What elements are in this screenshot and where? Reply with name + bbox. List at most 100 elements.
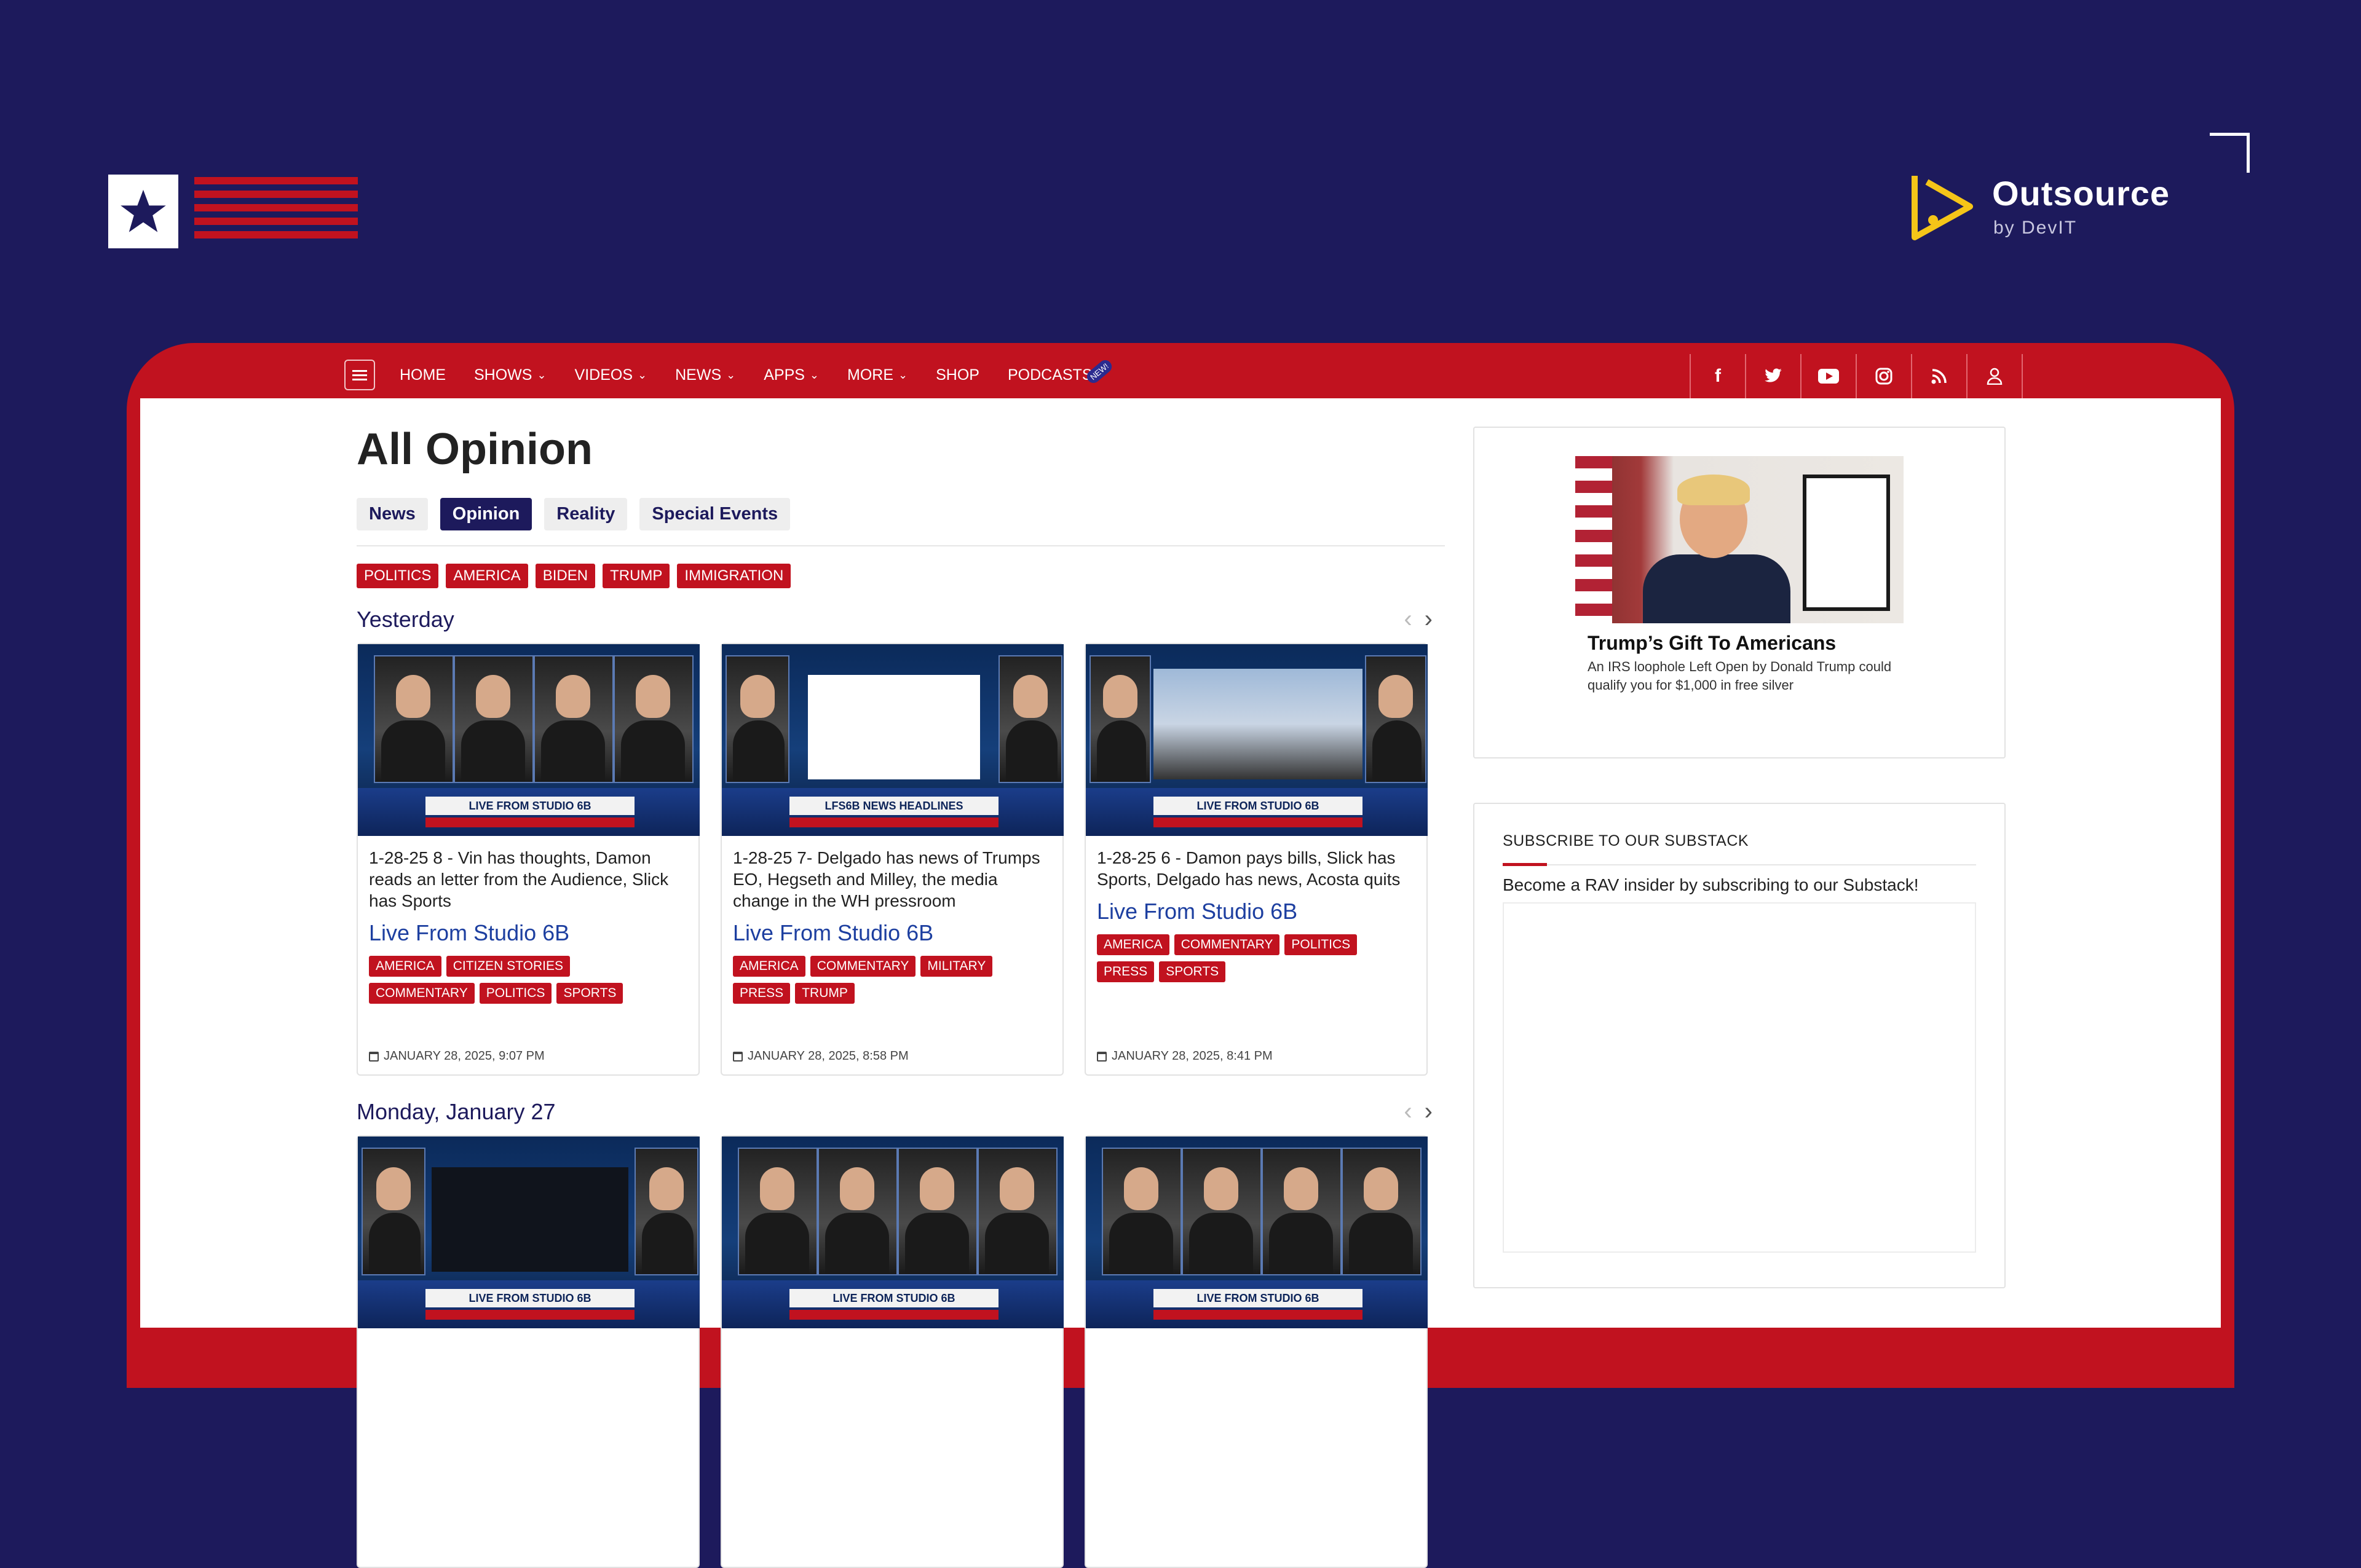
card-tag[interactable]: COMMENTARY	[1174, 934, 1280, 955]
video-thumbnail[interactable]: LFS6B NEWS HEADLINES	[722, 644, 1064, 836]
divider	[1503, 863, 1976, 866]
nav-label: NEWS	[675, 366, 722, 384]
ad-title[interactable]: Trump’s Gift To Americans	[1588, 632, 1836, 655]
social-links: f	[1690, 354, 2023, 398]
youtube-icon[interactable]	[1800, 354, 1856, 398]
instagram-icon[interactable]	[1856, 354, 1911, 398]
video-thumbnail[interactable]: LIVE FROM STUDIO 6B	[358, 644, 700, 836]
ad-panel[interactable]: Trump’s Gift To Americans An IRS loophol…	[1473, 427, 2006, 758]
video-thumbnail[interactable]: LIVE FROM STUDIO 6B	[1086, 644, 1428, 836]
rss-icon[interactable]	[1911, 354, 1966, 398]
video-thumbnail[interactable]: LIVE FROM STUDIO 6B	[1086, 1137, 1428, 1328]
video-carousel: LIVE FROM STUDIO 6B 1-28-25 8 - Vin has …	[357, 643, 1445, 1076]
outsource-logo: Outsource by DevIT	[1908, 163, 2228, 250]
date-text: JANUARY 28, 2025, 9:07 PM	[384, 1049, 545, 1063]
video-card[interactable]: LIVE FROM STUDIO 6B	[721, 1135, 1064, 1568]
video-card[interactable]: LIVE FROM STUDIO 6B 1-28-25 6 - Damon pa…	[1085, 643, 1428, 1076]
nav-label: VIDEOS	[574, 366, 633, 384]
ad-description: An IRS loophole Left Open by Donald Trum…	[1588, 659, 1892, 693]
nav-news[interactable]: NEWS ⌄	[675, 366, 735, 384]
card-tag[interactable]: TRUMP	[795, 983, 855, 1004]
section-header: Monday, January 27 ‹›	[357, 1098, 1445, 1125]
card-tag[interactable]: AMERICA	[369, 956, 441, 977]
show-link[interactable]: Live From Studio 6B	[369, 920, 687, 946]
chevron-right-icon[interactable]: ›	[1425, 1098, 1445, 1125]
play-logo-icon	[1912, 176, 1973, 240]
card-tags: AMERICA CITIZEN STORIES COMMENTARY POLITIC…	[369, 956, 687, 1010]
nav-shop[interactable]: SHOP	[936, 366, 979, 384]
chevron-right-icon[interactable]: ›	[1425, 605, 1445, 632]
filter-tag[interactable]: AMERICA	[446, 564, 528, 588]
video-card[interactable]: LIVE FROM STUDIO 6B	[357, 1135, 700, 1568]
nav-podcasts[interactable]: PODCASTS NEW!	[1007, 357, 1114, 385]
filter-tag[interactable]: BIDEN	[535, 564, 596, 588]
card-tag[interactable]: PRESS	[1097, 961, 1155, 982]
substack-panel: SUBSCRIBE TO OUR SUBSTACK Become a RAV i…	[1473, 803, 2006, 1288]
carousel-arrows: ‹›	[1404, 1098, 1445, 1125]
video-thumbnail[interactable]: LIVE FROM STUDIO 6B	[358, 1137, 700, 1328]
section-title: Monday, January 27	[357, 1098, 556, 1124]
tab-special-events[interactable]: Special Events	[639, 498, 791, 530]
menu-icon[interactable]	[344, 360, 375, 390]
divider	[357, 545, 1445, 546]
filter-tag[interactable]: TRUMP	[603, 564, 670, 588]
card-tag[interactable]: POLITICS	[1284, 934, 1358, 955]
lower-third-text: LIVE FROM STUDIO 6B	[425, 1289, 635, 1307]
filter-tag[interactable]: POLITICS	[357, 564, 439, 588]
filter-tag[interactable]: IMMIGRATION	[677, 564, 791, 588]
card-tag[interactable]: SPORTS	[1159, 961, 1226, 982]
show-link[interactable]: Live From Studio 6B	[1097, 899, 1415, 924]
nav-home[interactable]: HOME	[400, 366, 446, 384]
tab-news[interactable]: News	[357, 498, 428, 530]
video-carousel: LIVE FROM STUDIO 6B LIVE FROM STUDIO 6B …	[357, 1135, 1445, 1568]
card-tags: AMERICA COMMENTARY POLITICS PRESS SPORTS	[1097, 934, 1415, 988]
ad-image[interactable]	[1575, 456, 1904, 623]
card-title[interactable]: 1-28-25 8 - Vin has thoughts, Damon read…	[369, 847, 687, 912]
flag-stripes	[194, 177, 358, 245]
nav-apps[interactable]: APPS ⌄	[764, 366, 819, 384]
nav-videos[interactable]: VIDEOS ⌄	[575, 366, 647, 384]
chevron-down-icon: ⌄	[638, 368, 647, 381]
card-tag[interactable]: MILITARY	[920, 956, 993, 977]
calendar-icon	[369, 1051, 379, 1062]
substack-title: SUBSCRIBE TO OUR SUBSTACK	[1503, 832, 1749, 849]
nav-more[interactable]: MORE ⌄	[847, 366, 908, 384]
card-tag[interactable]: SPORTS	[556, 983, 623, 1004]
twitter-icon[interactable]	[1745, 354, 1800, 398]
nav-shows[interactable]: SHOWS ⌄	[474, 366, 547, 384]
card-title[interactable]: 1-28-25 6 - Damon pays bills, Slick has …	[1097, 847, 1415, 890]
show-link[interactable]: Live From Studio 6B	[733, 920, 1051, 946]
card-tag[interactable]: POLITICS	[479, 983, 552, 1004]
chevron-left-icon[interactable]: ‹	[1404, 1098, 1424, 1125]
chevron-down-icon: ⌄	[537, 368, 547, 381]
video-thumbnail[interactable]: LIVE FROM STUDIO 6B	[722, 1137, 1064, 1328]
card-date: JANUARY 28, 2025, 9:07 PM	[369, 1049, 545, 1063]
date-text: JANUARY 28, 2025, 8:58 PM	[748, 1049, 909, 1063]
site-logo[interactable]	[108, 175, 360, 250]
chevron-left-icon[interactable]: ‹	[1404, 605, 1424, 632]
section-header: Yesterday ‹›	[357, 605, 1445, 633]
card-title[interactable]: 1-28-25 7- Delgado has news of Trumps EO…	[733, 847, 1051, 912]
card-tag[interactable]: COMMENTARY	[810, 956, 916, 977]
main-content: All Opinion News Opinion Reality Special…	[357, 424, 1445, 1568]
lower-third-text: LIVE FROM STUDIO 6B	[1153, 797, 1362, 815]
substack-embed[interactable]	[1503, 902, 1976, 1253]
video-card[interactable]: LIVE FROM STUDIO 6B 1-28-25 8 - Vin has …	[357, 643, 700, 1076]
card-tag[interactable]: PRESS	[733, 983, 791, 1004]
chevron-down-icon: ⌄	[726, 368, 736, 381]
video-card[interactable]: LFS6B NEWS HEADLINES 1-28-25 7- Delgado …	[721, 643, 1064, 1076]
filter-tags: POLITICS AMERICA BIDEN TRUMP IMMIGRATION	[357, 564, 1445, 588]
tab-reality[interactable]: Reality	[544, 498, 628, 530]
video-card[interactable]: LIVE FROM STUDIO 6B	[1085, 1135, 1428, 1568]
user-icon[interactable]	[1966, 354, 2023, 398]
card-tag[interactable]: CITIZEN STORIES	[446, 956, 570, 977]
carousel-arrows: ‹›	[1404, 605, 1445, 633]
lower-third-text: LIVE FROM STUDIO 6B	[789, 1289, 999, 1307]
card-tag[interactable]: AMERICA	[1097, 934, 1169, 955]
corner-mark	[2210, 133, 2250, 173]
facebook-icon[interactable]: f	[1690, 354, 1745, 398]
card-tag[interactable]: COMMENTARY	[369, 983, 475, 1004]
nav-label: PODCASTS	[1007, 366, 1093, 384]
card-tag[interactable]: AMERICA	[733, 956, 805, 977]
tab-opinion[interactable]: Opinion	[440, 498, 532, 530]
